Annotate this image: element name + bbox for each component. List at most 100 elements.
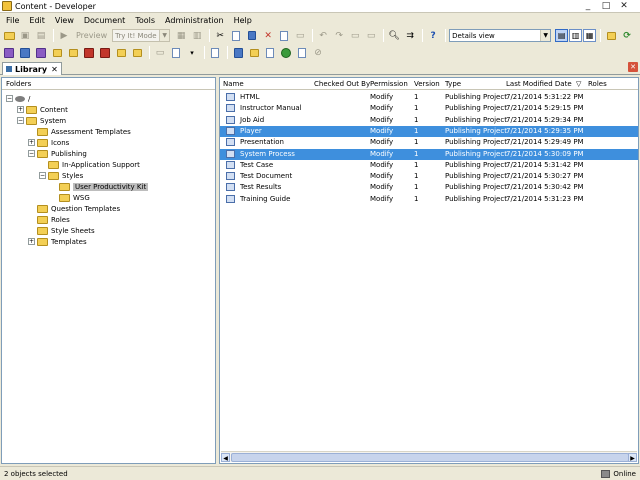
collapse-icon[interactable]: − — [28, 150, 35, 157]
new-package-icon[interactable] — [98, 46, 112, 60]
copy-icon[interactable] — [229, 29, 243, 43]
menu-file[interactable]: File — [6, 16, 19, 25]
cut-icon[interactable]: ✂ — [213, 29, 227, 43]
link-icon[interactable]: ▭ — [153, 46, 167, 60]
paste-icon[interactable] — [245, 29, 259, 43]
tree-item-content[interactable]: + Content — [17, 104, 68, 115]
table-row[interactable]: Test Results Modify 1 Publishing Project 7/2… — [220, 182, 638, 193]
tree-item-system[interactable]: − System — [17, 115, 66, 126]
tree-item-assessment-templates[interactable]: Assessment Templates — [28, 126, 131, 137]
scrollbar-thumb[interactable] — [231, 453, 629, 462]
undo-icon[interactable]: ↶ — [316, 29, 330, 43]
tree-item-question-templates[interactable]: Question Templates — [28, 203, 120, 214]
column-checked-out-by[interactable]: Checked Out By — [314, 80, 370, 88]
assign-icon[interactable] — [208, 46, 222, 60]
column-last-modified[interactable]: Last Modified Date — [506, 80, 572, 88]
export-icon[interactable] — [247, 46, 261, 60]
horizontal-scrollbar[interactable]: ◀ ▶ — [221, 451, 637, 462]
refresh-icon[interactable]: ⟳ — [620, 29, 634, 43]
menu-edit[interactable]: Edit — [29, 16, 45, 25]
properties-icon[interactable]: ▭ — [293, 29, 307, 43]
tree-item-in-application-support[interactable]: In-Application Support — [39, 159, 140, 170]
insert-icon[interactable]: ▭ — [348, 29, 362, 43]
save-icon[interactable]: ▣ — [18, 29, 32, 43]
column-roles[interactable]: Roles — [588, 80, 607, 88]
check-out-icon[interactable] — [18, 46, 32, 60]
table-row[interactable]: Test Document Modify 1 Publishing Project 7/… — [220, 171, 638, 182]
collapse-icon[interactable]: − — [6, 95, 13, 102]
find-next-icon[interactable]: ⇉ — [403, 29, 417, 43]
cancel-icon[interactable]: ⊘ — [311, 46, 325, 60]
table-row[interactable]: Presentation Modify 1 Publishing Project 7/2… — [220, 137, 638, 148]
tree-item-wsg[interactable]: WSG — [50, 192, 90, 203]
menu-help[interactable]: Help — [234, 16, 252, 25]
mode-select[interactable]: Try It! Mode ▼ — [112, 29, 171, 42]
tree-item-root[interactable]: − / — [6, 93, 30, 104]
import-icon[interactable] — [231, 46, 245, 60]
open-icon[interactable] — [169, 46, 183, 60]
new-glossary-icon[interactable] — [82, 46, 96, 60]
table-row[interactable]: Job Aid Modify 1 Publishing Project 7/21/201… — [220, 115, 638, 126]
collapse-icon[interactable]: − — [17, 117, 24, 124]
new-role-icon[interactable] — [130, 46, 144, 60]
rename-icon[interactable] — [277, 29, 291, 43]
remove-icon[interactable]: ▭ — [364, 29, 378, 43]
view-select[interactable]: Details view ▼ — [449, 29, 552, 42]
menu-tools[interactable]: Tools — [135, 16, 155, 25]
save-all-icon[interactable]: ▤ — [34, 29, 48, 43]
tree-item-user-productivity-kit[interactable]: User Productivity Kit — [50, 181, 149, 192]
package-icon[interactable] — [263, 46, 277, 60]
preview-icon[interactable]: ▶ — [57, 29, 71, 43]
columns-view-icon[interactable]: ▦ — [583, 29, 597, 42]
check-in-icon[interactable] — [2, 46, 16, 60]
table-row[interactable]: Player Modify 1 Publishing Project 7/21/2014… — [220, 125, 638, 137]
column-version[interactable]: Version — [414, 80, 440, 88]
tree-item-roles[interactable]: Roles — [28, 214, 70, 225]
column-permission[interactable]: Permission — [370, 80, 408, 88]
minimize-button[interactable]: _ — [582, 1, 594, 12]
menu-administration[interactable]: Administration — [165, 16, 224, 25]
open-folder-icon[interactable] — [2, 29, 16, 43]
web-icon[interactable] — [279, 46, 293, 60]
menu-view[interactable]: View — [55, 16, 74, 25]
close-window-button[interactable]: ✕ — [618, 1, 630, 12]
options-icon[interactable]: ▥ — [190, 29, 204, 43]
details-view-icon[interactable]: ▤ — [555, 29, 569, 42]
menu-document[interactable]: Document — [84, 16, 125, 25]
panel-close-icon[interactable]: ✕ — [628, 62, 638, 72]
help-icon[interactable]: ? — [426, 29, 440, 43]
table-row[interactable]: Training Guide Modify 1 Publishing Project 7… — [220, 194, 638, 205]
preview-button[interactable]: Preview — [73, 29, 110, 43]
scroll-left-icon[interactable]: ◀ — [221, 453, 230, 462]
publish-icon[interactable]: ▦ — [174, 29, 188, 43]
properties-pane-icon[interactable] — [604, 29, 618, 43]
find-icon[interactable]: 🔍︎ — [387, 29, 401, 43]
tree-item-templates[interactable]: + Templates — [28, 236, 87, 247]
expand-icon[interactable]: + — [28, 139, 35, 146]
table-row[interactable]: Instructor Manual Modify 1 Publishing Proje… — [220, 103, 638, 114]
tab-close-icon[interactable]: ✕ — [51, 65, 58, 74]
new-section-icon[interactable] — [50, 46, 64, 60]
table-row[interactable]: Test Case Modify 1 Publishing Project 7/21/2… — [220, 160, 638, 171]
table-row[interactable]: System Process Modify 1 Publishing Project 7… — [220, 148, 638, 160]
new-web-page-icon[interactable] — [114, 46, 128, 60]
split-view-icon[interactable]: ▥ — [569, 29, 583, 42]
expand-icon[interactable]: + — [28, 238, 35, 245]
tree-item-publishing[interactable]: − Publishing — [28, 148, 87, 159]
tree-item-icons[interactable]: + Icons — [28, 137, 69, 148]
maximize-button[interactable]: □ — [600, 1, 612, 12]
tree-item-styles[interactable]: − Styles — [39, 170, 83, 181]
scroll-right-icon[interactable]: ▶ — [628, 453, 637, 462]
delete-icon[interactable]: ✕ — [261, 29, 275, 43]
column-name[interactable]: Name — [223, 80, 244, 88]
new-module-icon[interactable] — [34, 46, 48, 60]
new-topic-icon[interactable] — [66, 46, 80, 60]
dropdown-icon[interactable]: ▾ — [185, 46, 199, 60]
column-type[interactable]: Type — [445, 80, 461, 88]
document-icon[interactable] — [295, 46, 309, 60]
table-row[interactable]: HTML Modify 1 Publishing Project 7/21/2014 5… — [220, 92, 638, 103]
redo-icon[interactable]: ↷ — [332, 29, 346, 43]
expand-icon[interactable]: + — [17, 106, 24, 113]
tree-item-style-sheets[interactable]: Style Sheets — [28, 225, 95, 236]
tab-library[interactable]: Library ✕ — [2, 62, 62, 75]
